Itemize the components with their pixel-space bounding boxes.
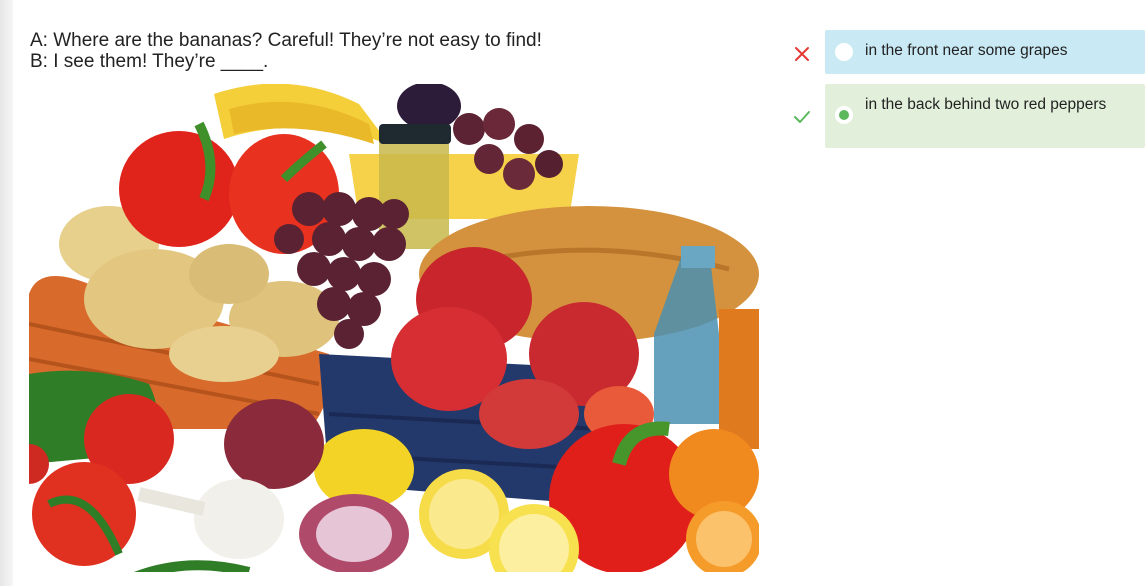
radio-dot bbox=[839, 110, 849, 120]
answer-box-correct[interactable]: in the back behind two red peppers bbox=[825, 84, 1145, 148]
radio-button-unchecked[interactable] bbox=[835, 43, 853, 61]
check-icon bbox=[794, 111, 810, 123]
answer-option-1[interactable]: in the front near some grapes bbox=[785, 30, 1145, 74]
question-prompt: A: Where are the bananas? Careful! They’… bbox=[30, 30, 542, 72]
question-line-b: B: I see them! They’re ____. bbox=[30, 51, 269, 72]
answer-text: in the back behind two red peppers bbox=[865, 96, 1107, 113]
answer-option-2[interactable]: in the back behind two red peppers bbox=[785, 84, 1145, 148]
x-icon bbox=[795, 47, 809, 61]
answer-options: in the front near some grapes in the bac… bbox=[785, 30, 1145, 148]
radio-button-checked[interactable] bbox=[835, 106, 853, 124]
answer-text: in the front near some grapes bbox=[865, 42, 1068, 59]
answer-box-selected[interactable]: in the front near some grapes bbox=[825, 30, 1145, 74]
fruit-vegetable-photo bbox=[29, 84, 759, 572]
question-line-a: A: Where are the bananas? Careful! They’… bbox=[30, 30, 542, 51]
question-image bbox=[29, 84, 759, 572]
left-sidebar-edge bbox=[0, 0, 13, 586]
